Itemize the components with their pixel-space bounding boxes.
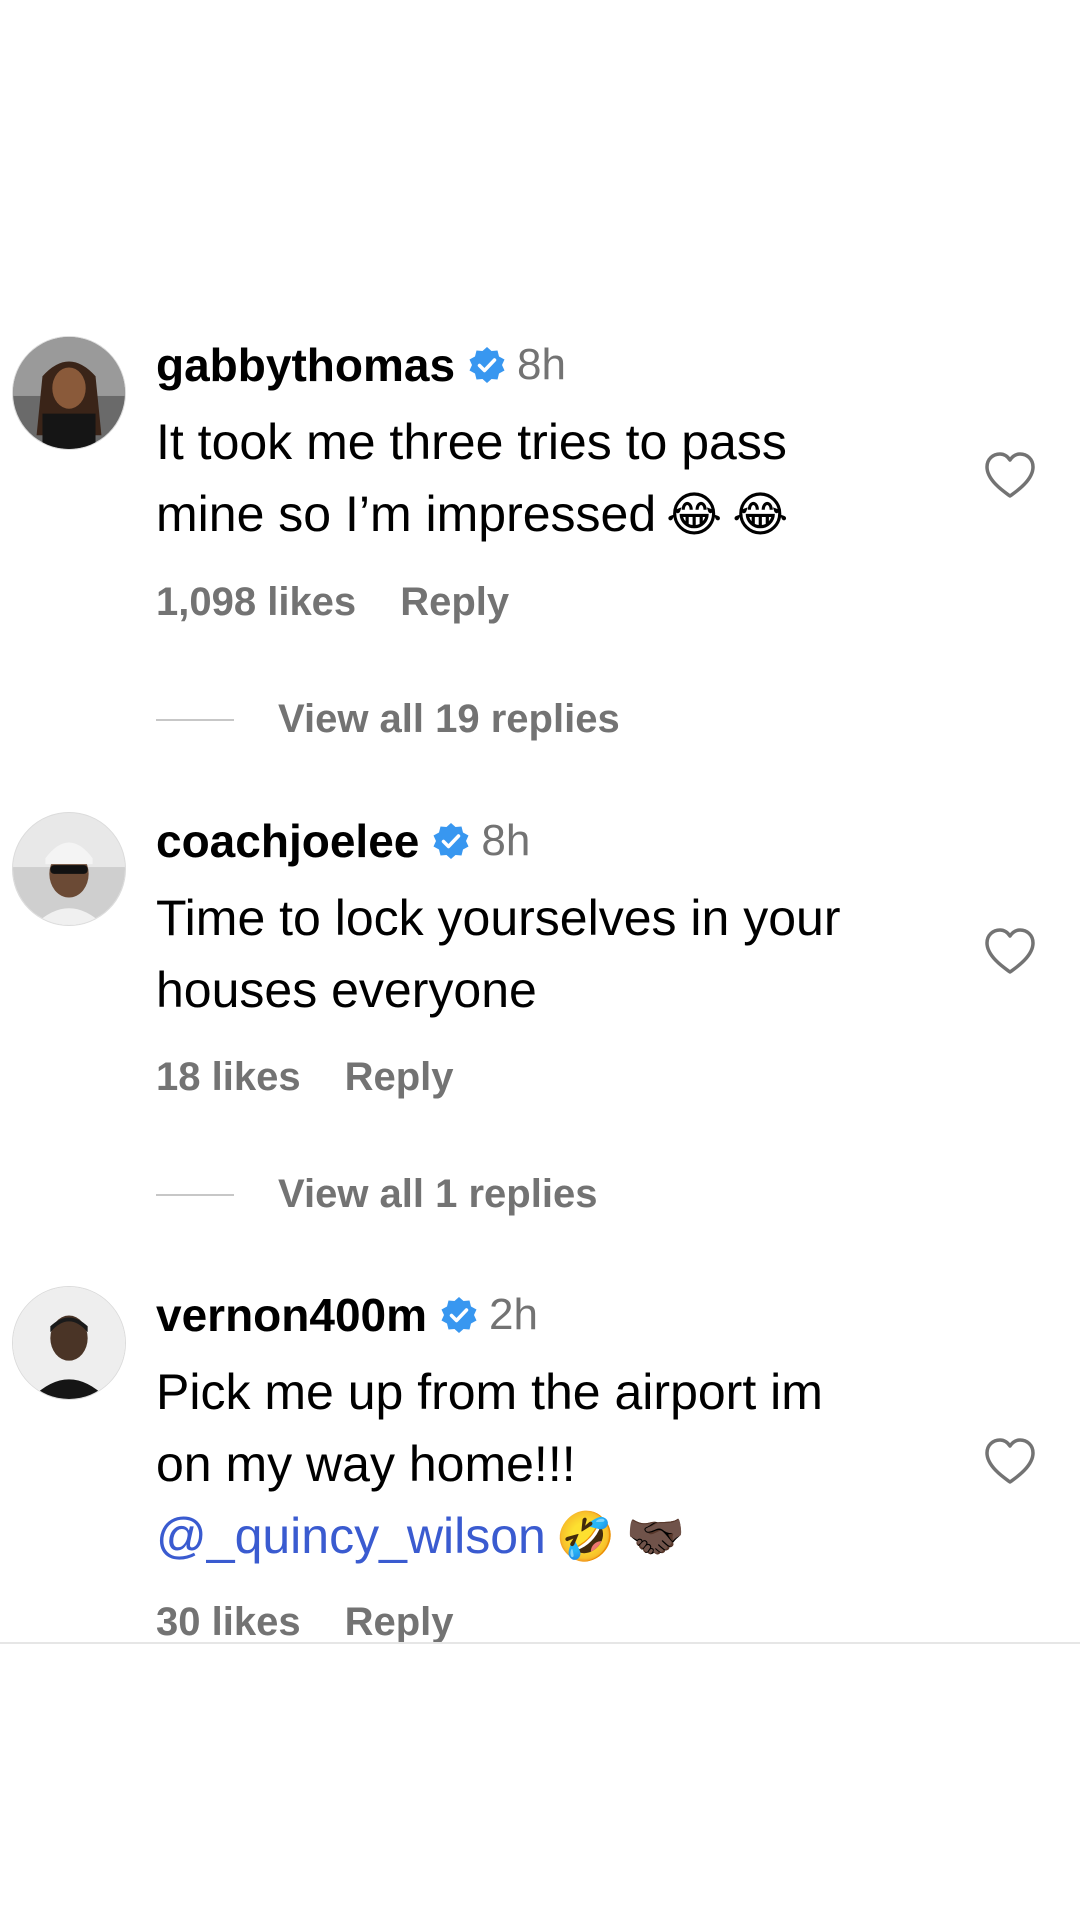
- comment-text: It took me three tries to pass mine so I…: [156, 406, 956, 551]
- mention-link[interactable]: @_quincy_wilson: [156, 1508, 546, 1564]
- likes-count[interactable]: 30 likes: [156, 1600, 301, 1645]
- avatar[interactable]: [12, 812, 126, 926]
- heart-icon[interactable]: [982, 450, 1038, 500]
- laughing-emoji: 😂: [666, 487, 723, 543]
- divider-line: [156, 718, 234, 721]
- username[interactable]: coachjoelee: [156, 814, 419, 868]
- username[interactable]: gabbythomas: [156, 338, 455, 392]
- view-replies-button[interactable]: View all 1 replies: [156, 1172, 597, 1217]
- comment-line: Time to lock yourselves in your: [156, 890, 841, 946]
- heart-icon[interactable]: [982, 1436, 1038, 1486]
- view-replies-label[interactable]: View all 19 replies: [278, 697, 620, 742]
- comment-line: on my way home!!!: [156, 1436, 576, 1492]
- likes-count[interactable]: 18 likes: [156, 1055, 301, 1100]
- verified-badge-icon: [439, 1295, 479, 1335]
- comment-text: Pick me up from the airport im on my way…: [156, 1356, 956, 1573]
- comment-line: It took me three tries to pass: [156, 414, 787, 470]
- verified-badge-icon: [431, 821, 471, 861]
- section-divider: [0, 1642, 1080, 1644]
- timestamp: 8h: [481, 816, 531, 865]
- reply-button[interactable]: Reply: [345, 1055, 454, 1100]
- reply-button[interactable]: Reply: [400, 580, 509, 625]
- heart-icon[interactable]: [982, 926, 1038, 976]
- view-replies-label[interactable]: View all 1 replies: [278, 1172, 597, 1217]
- laughing-emoji: 😂: [732, 487, 789, 543]
- likes-count[interactable]: 1,098 likes: [156, 580, 356, 625]
- comment-line: houses everyone: [156, 962, 537, 1018]
- comment-text: Time to lock yourselves in your houses e…: [156, 882, 956, 1026]
- comment-line: mine so I’m impressed: [156, 486, 657, 542]
- avatar[interactable]: [12, 1286, 126, 1400]
- handshake-emoji: 🤝🏿: [625, 1509, 686, 1565]
- view-replies-button[interactable]: View all 19 replies: [156, 697, 620, 742]
- comment-line: Pick me up from the airport im: [156, 1364, 823, 1420]
- rolling-laughing-emoji: 🤣: [555, 1509, 616, 1565]
- timestamp: 2h: [489, 1290, 538, 1339]
- reply-button[interactable]: Reply: [345, 1600, 454, 1645]
- verified-badge-icon: [467, 345, 507, 385]
- timestamp: 8h: [517, 340, 566, 389]
- divider-line: [156, 1193, 234, 1196]
- avatar[interactable]: [12, 336, 126, 450]
- username[interactable]: vernon400m: [156, 1288, 427, 1342]
